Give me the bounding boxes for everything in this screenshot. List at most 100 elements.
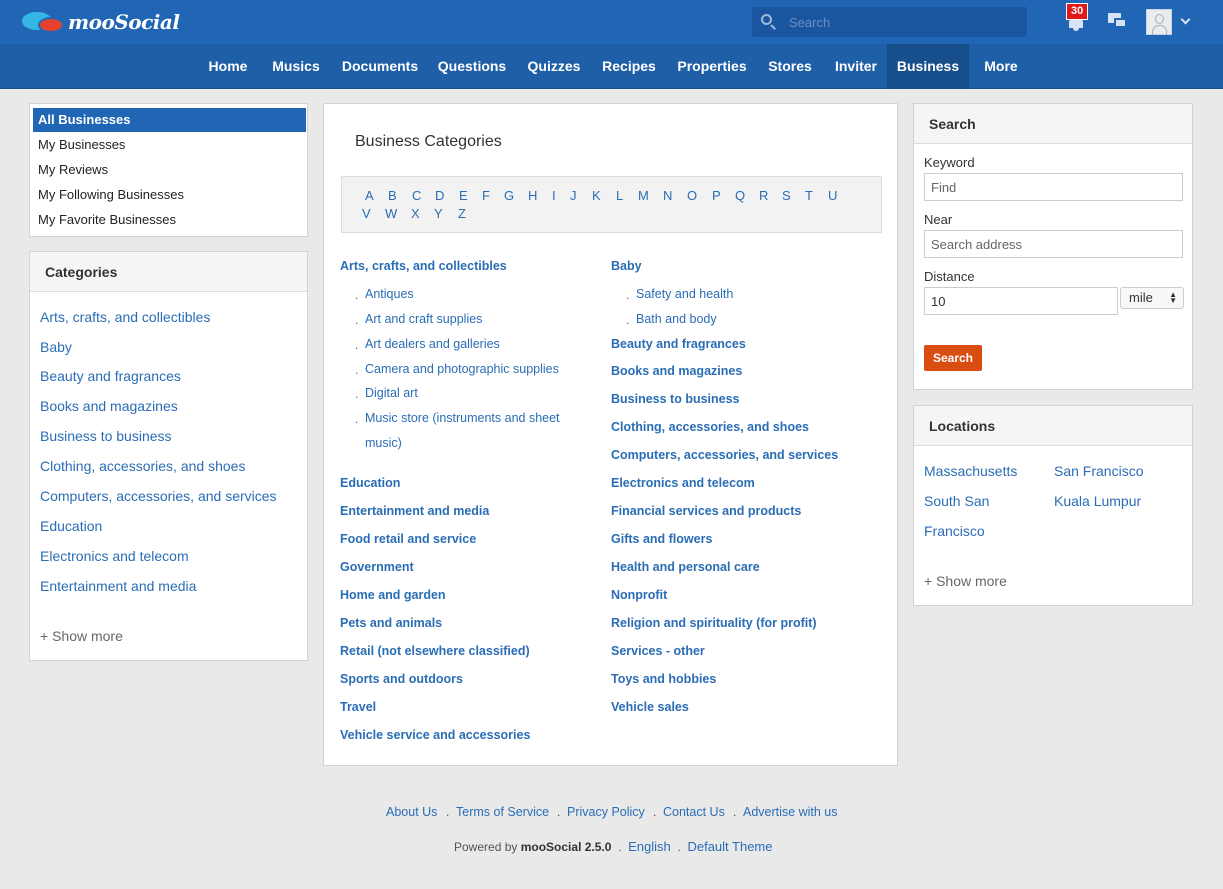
category-heading[interactable]: Pets and animals xyxy=(340,616,442,630)
category-heading[interactable]: Religion and spirituality (for profit) xyxy=(611,616,817,630)
nav-home[interactable]: Home xyxy=(198,44,258,89)
subcategory-link[interactable]: Camera and photographic supplies xyxy=(365,362,559,376)
category-heading[interactable]: Education xyxy=(340,476,400,490)
subcategory-link[interactable]: Art and craft supplies xyxy=(365,312,482,326)
category-link[interactable]: Electronics and telecom xyxy=(40,548,189,564)
subcategory-link[interactable]: Art dealers and galleries xyxy=(365,337,500,351)
alpha-y[interactable]: Y xyxy=(434,206,443,221)
category-heading[interactable]: Gifts and flowers xyxy=(611,532,712,546)
footer-terms-link[interactable]: Terms of Service xyxy=(456,805,549,819)
alpha-l[interactable]: L xyxy=(616,188,623,203)
alpha-t[interactable]: T xyxy=(805,188,813,203)
category-heading[interactable]: Food retail and service xyxy=(340,532,476,546)
chevron-down-icon[interactable] xyxy=(1180,14,1191,25)
location-link[interactable]: Massachusetts xyxy=(924,463,1017,479)
category-heading[interactable]: Computers, accessories, and services xyxy=(611,448,838,462)
nav-inviter[interactable]: Inviter xyxy=(826,44,886,89)
category-heading[interactable]: Business to business xyxy=(611,392,740,406)
near-input[interactable] xyxy=(924,230,1183,258)
nav-quizzes[interactable]: Quizzes xyxy=(518,44,590,89)
category-link[interactable]: Education xyxy=(40,518,102,534)
category-heading[interactable]: Retail (not elsewhere classified) xyxy=(340,644,530,658)
alpha-a[interactable]: A xyxy=(365,188,374,203)
alpha-o[interactable]: O xyxy=(687,188,697,203)
keyword-input[interactable] xyxy=(924,173,1183,201)
category-heading[interactable]: Beauty and fragrances xyxy=(611,337,746,351)
subcategory-link-continued[interactable]: music) xyxy=(365,436,402,450)
location-link[interactable]: Kuala Lumpur xyxy=(1054,493,1141,509)
footer-advertise-link[interactable]: Advertise with us xyxy=(743,805,837,819)
alpha-r[interactable]: R xyxy=(759,188,768,203)
menu-my-following[interactable]: My Following Businesses xyxy=(33,183,306,207)
nav-questions[interactable]: Questions xyxy=(430,44,514,89)
category-heading[interactable]: Nonprofit xyxy=(611,588,667,602)
category-heading[interactable]: Financial services and products xyxy=(611,504,801,518)
nav-documents[interactable]: Documents xyxy=(334,44,426,89)
category-heading[interactable]: Travel xyxy=(340,700,376,714)
category-link[interactable]: Clothing, accessories, and shoes xyxy=(40,458,245,474)
search-button[interactable]: Search xyxy=(924,345,982,371)
category-link[interactable]: Business to business xyxy=(40,428,172,444)
subcategory-link[interactable]: Music store (instruments and sheet xyxy=(365,411,560,425)
category-heading[interactable]: Electronics and telecom xyxy=(611,476,755,490)
categories-show-more[interactable]: + Show more xyxy=(40,628,123,644)
category-heading[interactable]: Entertainment and media xyxy=(340,504,489,518)
theme-link[interactable]: Default Theme xyxy=(687,839,772,854)
alpha-i[interactable]: I xyxy=(552,188,556,203)
category-link[interactable]: Arts, crafts, and collectibles xyxy=(40,309,210,325)
alpha-m[interactable]: M xyxy=(638,188,649,203)
location-link[interactable]: South San xyxy=(924,493,989,509)
alpha-v[interactable]: V xyxy=(362,206,371,221)
avatar[interactable] xyxy=(1146,9,1172,35)
footer-privacy-link[interactable]: Privacy Policy xyxy=(567,805,645,819)
category-heading[interactable]: Arts, crafts, and collectibles xyxy=(340,259,507,273)
alpha-w[interactable]: W xyxy=(385,206,397,221)
menu-all-businesses[interactable]: All Businesses xyxy=(33,108,306,132)
category-heading[interactable]: Baby xyxy=(611,259,642,273)
nav-stores[interactable]: Stores xyxy=(760,44,820,89)
menu-my-businesses[interactable]: My Businesses xyxy=(33,133,306,157)
category-heading[interactable]: Home and garden xyxy=(340,588,446,602)
footer-contact-link[interactable]: Contact Us xyxy=(663,805,725,819)
alpha-g[interactable]: G xyxy=(504,188,514,203)
nav-musics[interactable]: Musics xyxy=(262,44,330,89)
category-heading[interactable]: Health and personal care xyxy=(611,560,760,574)
alpha-d[interactable]: D xyxy=(435,188,444,203)
nav-recipes[interactable]: Recipes xyxy=(594,44,664,89)
category-link[interactable]: Baby xyxy=(40,339,72,355)
footer-about-link[interactable]: About Us xyxy=(386,805,437,819)
menu-my-favorite[interactable]: My Favorite Businesses xyxy=(33,208,306,232)
alpha-e[interactable]: E xyxy=(459,188,468,203)
alpha-n[interactable]: N xyxy=(663,188,672,203)
alpha-s[interactable]: S xyxy=(782,188,791,203)
category-link[interactable]: Computers, accessories, and services xyxy=(40,488,277,504)
alpha-c[interactable]: C xyxy=(412,188,421,203)
alpha-f[interactable]: F xyxy=(482,188,490,203)
alpha-j[interactable]: J xyxy=(570,188,577,203)
global-search[interactable] xyxy=(752,7,1027,37)
alpha-q[interactable]: Q xyxy=(735,188,745,203)
location-link[interactable]: San Francisco xyxy=(1054,463,1143,479)
subcategory-link[interactable]: Safety and health xyxy=(636,287,733,301)
alpha-z[interactable]: Z xyxy=(458,206,466,221)
alpha-k[interactable]: K xyxy=(592,188,601,203)
alpha-b[interactable]: B xyxy=(388,188,397,203)
category-heading[interactable]: Clothing, accessories, and shoes xyxy=(611,420,809,434)
global-search-input[interactable] xyxy=(789,14,1019,30)
nav-more[interactable]: More xyxy=(973,44,1029,89)
alpha-h[interactable]: H xyxy=(528,188,537,203)
category-heading[interactable]: Toys and hobbies xyxy=(611,672,716,686)
distance-unit-select[interactable]: mile ▲ ▼ xyxy=(1120,287,1184,309)
subcategory-link[interactable]: Bath and body xyxy=(636,312,717,326)
category-heading[interactable]: Vehicle sales xyxy=(611,700,689,714)
category-heading[interactable]: Books and magazines xyxy=(611,364,742,378)
subcategory-link[interactable]: Digital art xyxy=(365,386,418,400)
category-heading[interactable]: Sports and outdoors xyxy=(340,672,463,686)
alpha-x[interactable]: X xyxy=(411,206,420,221)
category-link[interactable]: Beauty and fragrances xyxy=(40,368,181,384)
alpha-u[interactable]: U xyxy=(828,188,837,203)
menu-my-reviews[interactable]: My Reviews xyxy=(33,158,306,182)
category-heading[interactable]: Services - other xyxy=(611,644,705,658)
logo[interactable]: mooSocial xyxy=(20,6,180,38)
language-link[interactable]: English xyxy=(628,839,671,854)
